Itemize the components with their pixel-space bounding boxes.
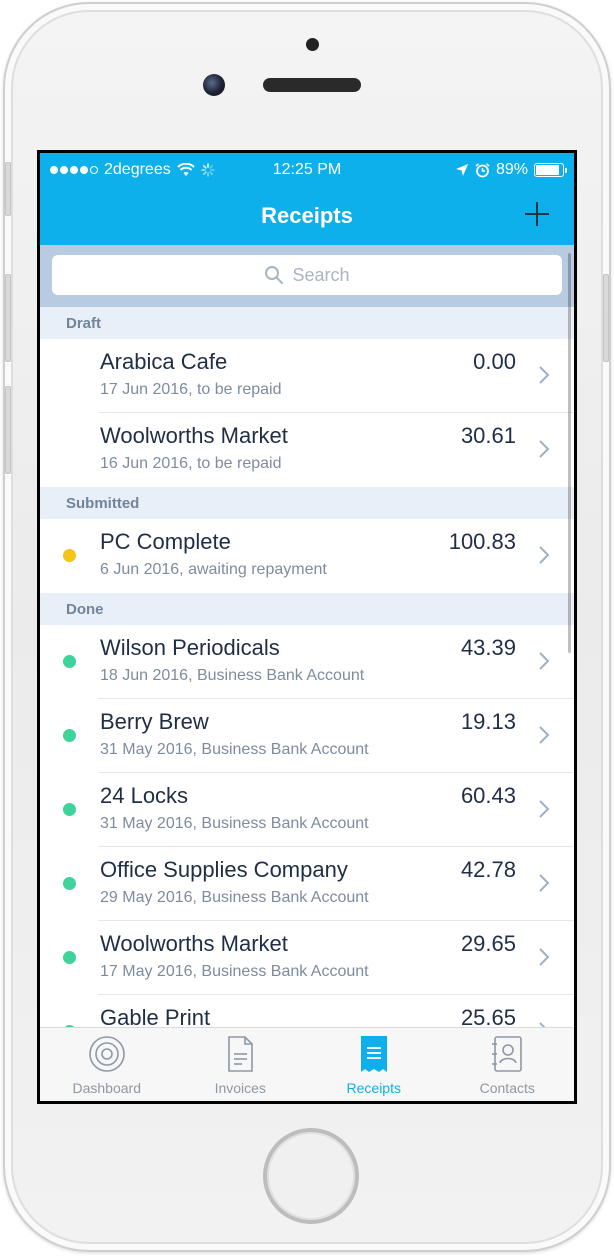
search-icon bbox=[265, 266, 284, 284]
power-button bbox=[603, 274, 609, 362]
status-dot-icon bbox=[63, 803, 76, 816]
chevron-right-icon bbox=[539, 726, 550, 744]
earpiece-speaker bbox=[263, 78, 361, 92]
list-item[interactable]: Woolworths Market 17 May 2016, Business B… bbox=[40, 921, 574, 995]
list-item[interactable]: Arabica Cafe 17 Jun 2016, to be repaid 0.0… bbox=[40, 339, 574, 413]
section-header-submitted: Submitted bbox=[40, 487, 574, 519]
receipt-amount: 19.13 bbox=[460, 709, 516, 734]
receipt-subtitle: 17 Jun 2016, to be repaid bbox=[100, 381, 282, 398]
receipt-title: 24 Locks bbox=[100, 783, 189, 808]
receipt-subtitle: 18 Jun 2016, Business Bank Account bbox=[100, 667, 365, 684]
carrier-name: 2degrees bbox=[104, 161, 171, 178]
tab-label-contacts: Contacts bbox=[479, 1080, 535, 1096]
wifi-icon bbox=[177, 163, 195, 176]
alarm-clock-icon bbox=[475, 162, 490, 177]
list-item[interactable]: PC Complete 6 Jun 2016, awaiting repaymen… bbox=[40, 519, 574, 593]
receipt-subtitle: 31 May 2016, Business Bank Account bbox=[100, 741, 369, 758]
receipt-amount: 60.43 bbox=[460, 783, 516, 808]
location-arrow-icon bbox=[455, 164, 468, 176]
contacts-icon bbox=[492, 1036, 523, 1072]
tab-invoices[interactable]: Invoices bbox=[174, 1028, 308, 1101]
chevron-right-icon bbox=[539, 874, 550, 892]
status-dot-icon bbox=[63, 549, 76, 562]
search-placeholder: Search bbox=[292, 264, 350, 285]
nav-header: 2degrees 12:25 PM 89% Receipts bbox=[40, 153, 574, 245]
status-left: 2degrees bbox=[50, 161, 215, 179]
receipt-amount: 29.65 bbox=[460, 931, 516, 956]
scroll-indicator[interactable] bbox=[568, 253, 571, 653]
chevron-right-icon bbox=[539, 652, 550, 670]
status-right: 89% bbox=[455, 161, 567, 179]
chevron-right-icon bbox=[539, 948, 550, 966]
list-item[interactable]: Berry Brew 31 May 2016, Business Bank Acc… bbox=[40, 699, 574, 773]
receipt-subtitle: 6 Jun 2016, awaiting repayment bbox=[100, 561, 327, 578]
tab-bar: Dashboard Invoices Receipts Contacts bbox=[40, 1027, 574, 1101]
tab-label-dashboard: Dashboard bbox=[72, 1080, 142, 1096]
receipt-title: Arabica Cafe bbox=[100, 349, 228, 374]
front-camera bbox=[203, 74, 225, 96]
battery-icon bbox=[534, 163, 567, 177]
tab-contacts[interactable]: Contacts bbox=[441, 1028, 575, 1101]
status-time: 12:25 PM bbox=[272, 161, 342, 178]
receipt-subtitle: 29 May 2016, Business Bank Account bbox=[100, 889, 369, 906]
signal-strength-icon bbox=[50, 166, 98, 174]
receipt-amount: 30.61 bbox=[460, 423, 516, 448]
activity-spinner-icon bbox=[200, 163, 215, 177]
search-bar-container: Search bbox=[40, 245, 574, 307]
tab-label-receipts: Receipts bbox=[346, 1080, 401, 1096]
receipt-subtitle: 31 May 2016, Business Bank Account bbox=[100, 815, 369, 832]
tab-receipts[interactable]: Receipts bbox=[307, 1028, 441, 1101]
receipt-amount: 43.39 bbox=[460, 635, 516, 660]
status-dot-icon bbox=[63, 877, 76, 890]
list-item[interactable]: Woolworths Market 16 Jun 2016, to be repa… bbox=[40, 413, 574, 487]
plus-icon[interactable] bbox=[522, 199, 552, 229]
screen: 2degrees 12:25 PM 89% Receipts Search Dr… bbox=[37, 150, 577, 1104]
mute-switch bbox=[5, 162, 11, 216]
tab-dashboard[interactable]: Dashboard bbox=[40, 1028, 174, 1101]
section-header-draft: Draft bbox=[40, 307, 574, 339]
receipt-title: Wilson Periodicals bbox=[100, 635, 280, 660]
search-input[interactable]: Search bbox=[52, 255, 562, 295]
receipt-amount: 0.00 bbox=[473, 349, 516, 374]
section-header-done: Done bbox=[40, 593, 574, 625]
app-screen: 2degrees 12:25 PM 89% Receipts Search Dr… bbox=[40, 153, 574, 1101]
status-dot-icon bbox=[63, 729, 76, 742]
receipt-title: Berry Brew bbox=[100, 709, 209, 734]
volume-down-button bbox=[5, 386, 11, 474]
chevron-right-icon bbox=[539, 440, 550, 458]
receipt-title: Office Supplies Company bbox=[100, 857, 348, 882]
receipt-list: Draft Arabica Cafe 17 Jun 2016, to be repa… bbox=[40, 307, 574, 1069]
invoice-icon bbox=[228, 1036, 254, 1072]
receipt-amount: 42.78 bbox=[460, 857, 516, 882]
list-item[interactable]: Office Supplies Company 29 May 2016, Busi… bbox=[40, 847, 574, 921]
list-item[interactable]: 24 Locks 31 May 2016, Business Bank Accou… bbox=[40, 773, 574, 847]
battery-percent: 89% bbox=[495, 161, 528, 178]
status-bar: 2degrees 12:25 PM 89% bbox=[40, 153, 574, 187]
receipt-title: Woolworths Market bbox=[100, 931, 288, 956]
home-button[interactable] bbox=[263, 1128, 359, 1224]
receipt-title: PC Complete bbox=[100, 529, 231, 554]
receipt-subtitle: 16 Jun 2016, to be repaid bbox=[100, 455, 282, 472]
dashboard-icon bbox=[88, 1036, 125, 1072]
status-dot-icon bbox=[63, 951, 76, 964]
proximity-sensor bbox=[306, 38, 319, 51]
chevron-right-icon bbox=[539, 366, 550, 384]
chevron-right-icon bbox=[539, 546, 550, 564]
chevron-right-icon bbox=[539, 800, 550, 818]
list-item[interactable]: Wilson Periodicals 18 Jun 2016, Business … bbox=[40, 625, 574, 699]
receipt-title: Woolworths Market bbox=[100, 423, 288, 448]
receipt-amount: 100.83 bbox=[448, 529, 516, 554]
tab-label-invoices: Invoices bbox=[214, 1080, 266, 1096]
volume-up-button bbox=[5, 274, 11, 362]
receipt-subtitle: 17 May 2016, Business Bank Account bbox=[100, 963, 369, 980]
receipt-icon bbox=[360, 1036, 387, 1072]
status-dot-icon bbox=[63, 655, 76, 668]
page-title: Receipts bbox=[261, 203, 353, 228]
